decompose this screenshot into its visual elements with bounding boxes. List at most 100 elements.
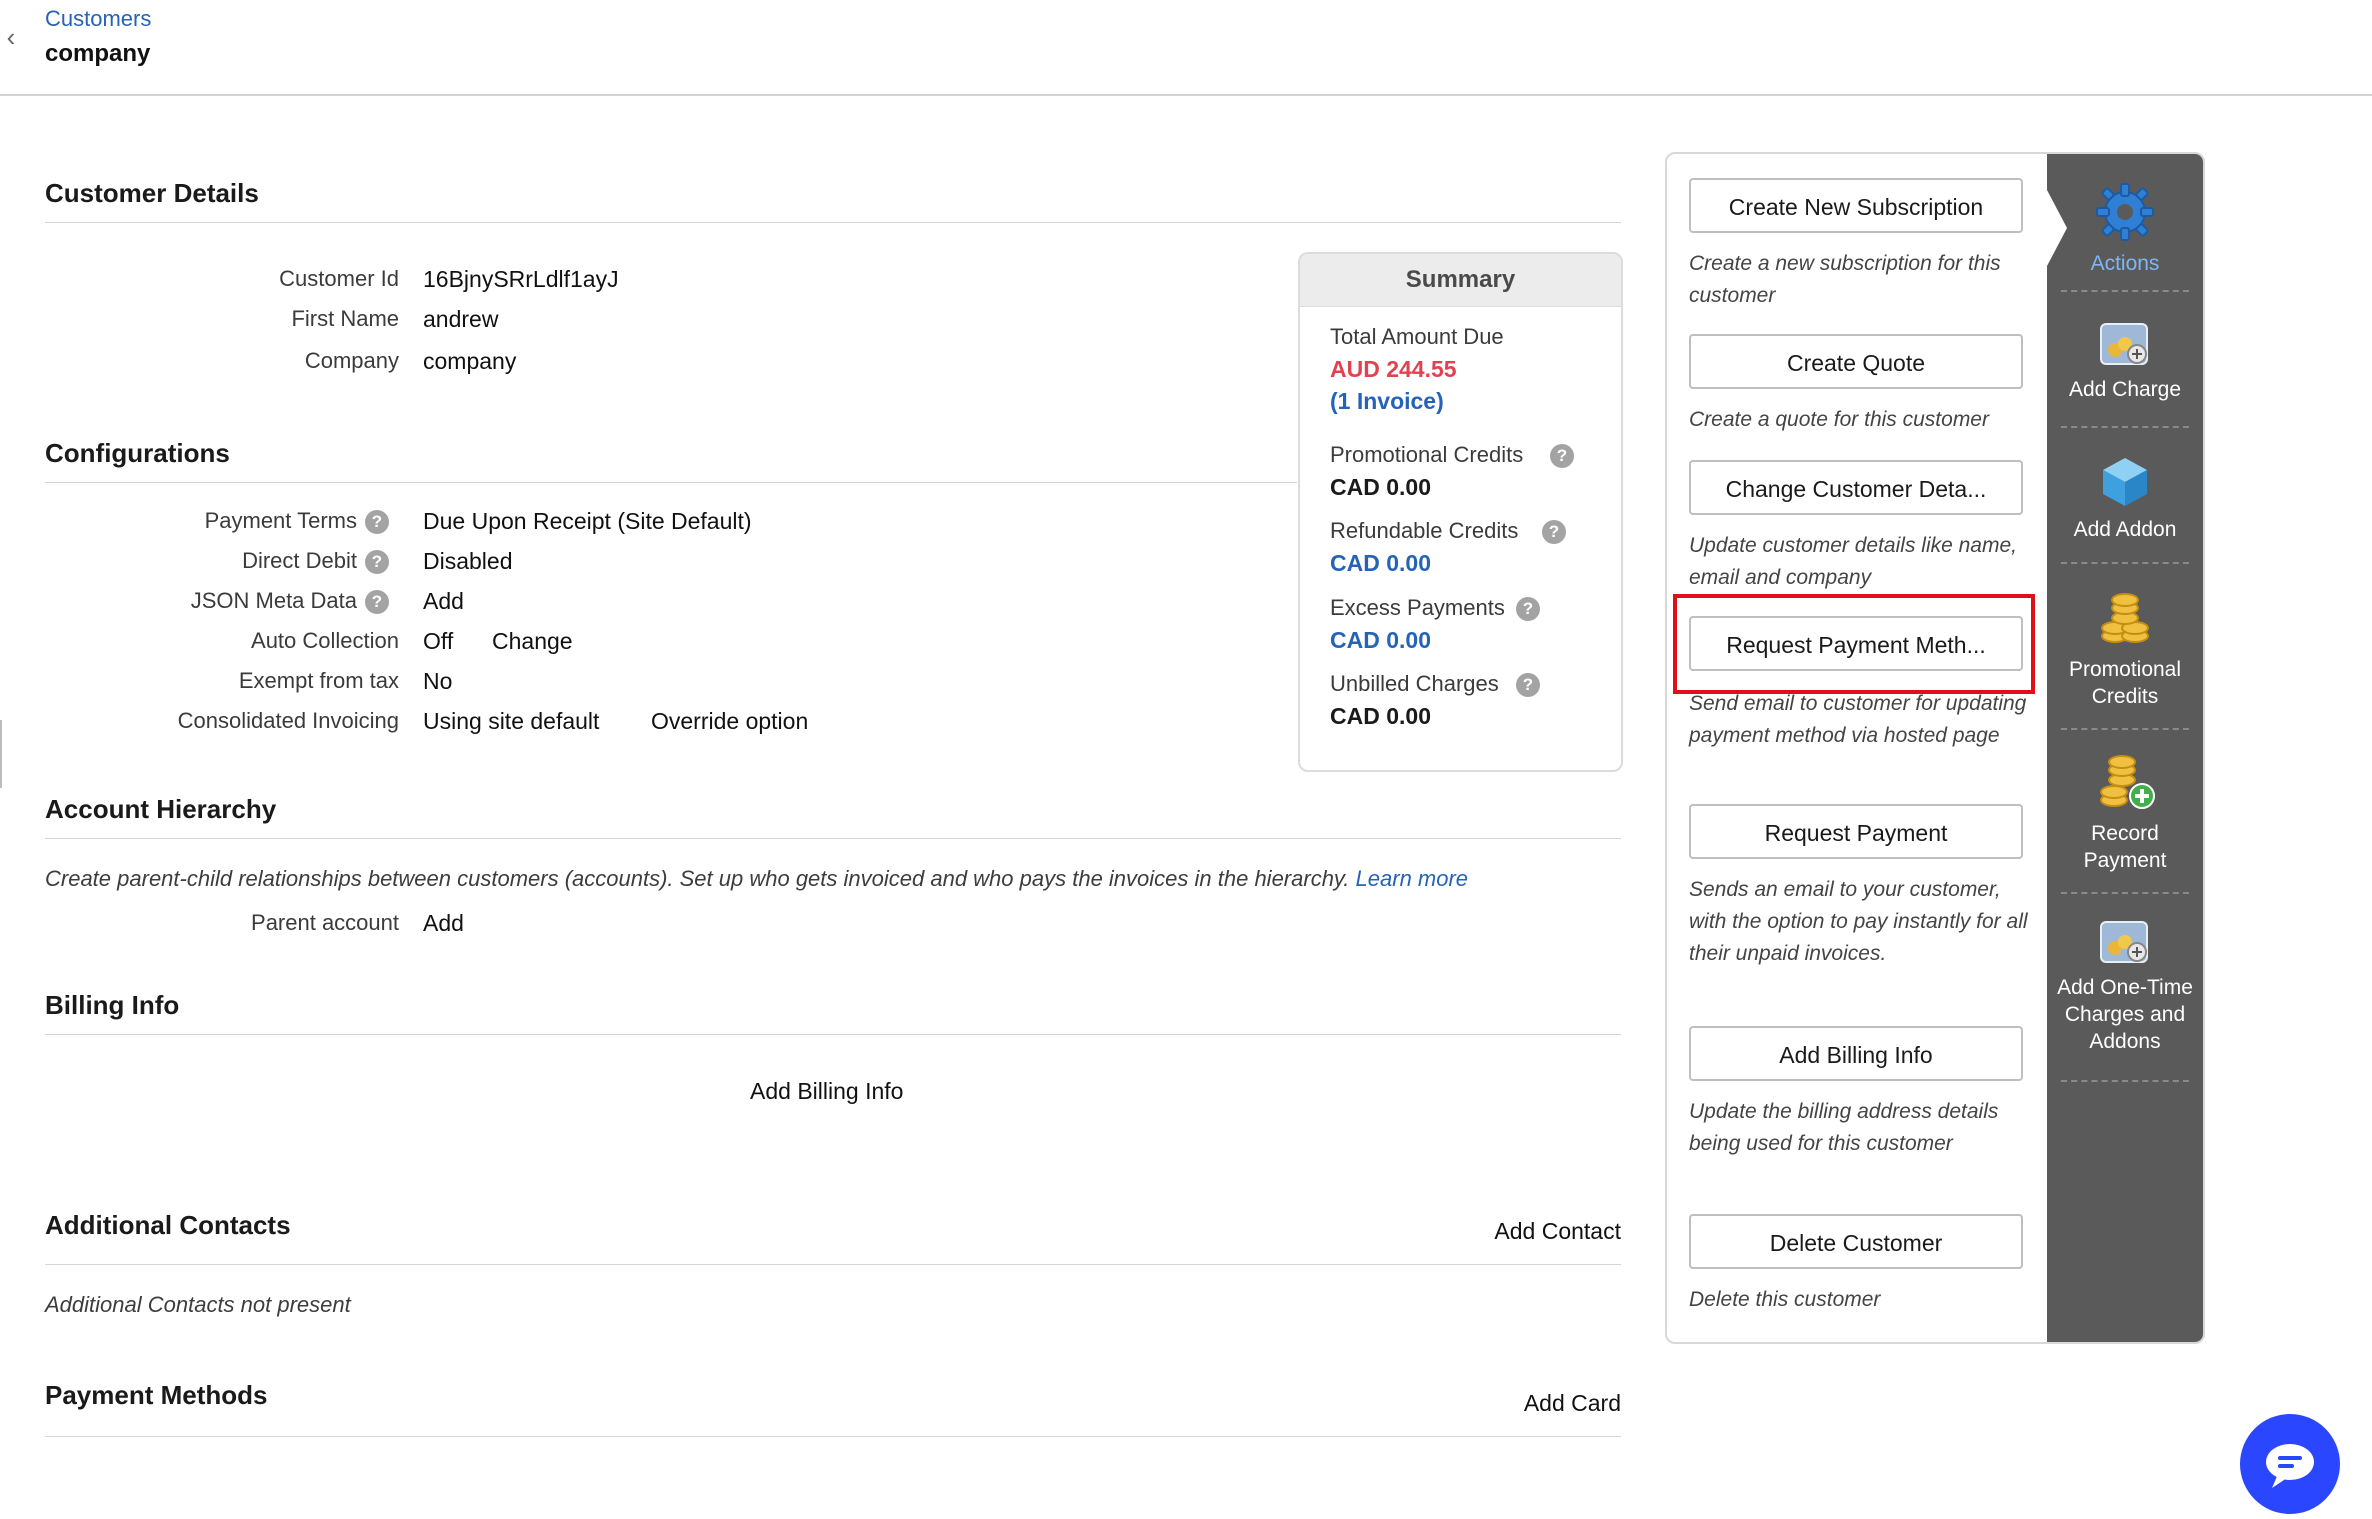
first-name-label: First Name (291, 306, 399, 331)
rail-promotional-credits[interactable]: Promotional Credits (2047, 590, 2203, 710)
customer-details-heading: Customer Details (45, 178, 259, 208)
excess-payments-label: Excess Payments (1330, 595, 1505, 620)
back-chevron-icon[interactable]: ‹ (0, 20, 22, 54)
parent-account-label: Parent account (251, 910, 399, 935)
rail-divider (2061, 892, 2189, 894)
request-payment-method-button[interactable]: Request Payment Meth... (1689, 616, 2023, 671)
excess-payments-value[interactable]: CAD 0.00 (1330, 627, 1431, 654)
direct-debit-help-icon[interactable]: ? (365, 550, 389, 574)
company-label: Company (304, 348, 399, 373)
page-header: ‹ Customers company (0, 0, 2372, 96)
consolidated-invoicing-value: Using site default (423, 708, 600, 734)
add-billing-info-desc: Update the billing address details being… (1689, 1100, 1999, 1155)
divider (45, 1436, 1621, 1437)
delete-customer-button[interactable]: Delete Customer (1689, 1214, 2023, 1269)
customer-id-value: 16BjnySRrLdlf1ayJ (423, 266, 619, 292)
exempt-tax-label: Exempt from tax (238, 668, 399, 693)
chat-bubble-icon (2266, 1444, 2314, 1488)
add-charge-icon (2100, 323, 2148, 365)
request-payment-button[interactable]: Request Payment (1689, 804, 2023, 859)
rail-actions-label: Actions (2090, 252, 2160, 275)
create-new-subscription-button[interactable]: Create New Subscription (1689, 178, 2023, 233)
unbilled-charges-help-icon[interactable]: ? (1516, 673, 1540, 697)
refundable-credits-help-icon[interactable]: ? (1542, 520, 1566, 544)
parent-account-add-link[interactable]: Add (423, 910, 464, 937)
payment-terms-label: Payment Terms (204, 508, 357, 533)
promotional-credits-value: CAD 0.00 (1330, 474, 1431, 500)
json-meta-help-icon[interactable]: ? (365, 590, 389, 614)
coins-plus-icon (2100, 755, 2155, 809)
delete-customer-desc: Delete this customer (1689, 1288, 1881, 1311)
override-option-link[interactable]: Override option (651, 708, 808, 735)
rail-add-addon[interactable]: Add Addon (2047, 454, 2203, 543)
change-customer-details-desc: Update customer details like name, email… (1689, 534, 2017, 589)
unbilled-charges-value: CAD 0.00 (1330, 703, 1431, 729)
breadcrumb-customers[interactable]: Customers (45, 6, 151, 32)
learn-more-link[interactable]: Learn more (1356, 866, 1469, 891)
billing-info-heading: Billing Info (45, 990, 180, 1020)
refundable-credits-value[interactable]: CAD 0.00 (1330, 550, 1431, 577)
account-hierarchy-description: Create parent-child relationships betwee… (45, 866, 1468, 892)
auto-collection-value: Off (423, 628, 454, 654)
total-amount-due-label: Total Amount Due (1330, 324, 1504, 349)
add-contact-link[interactable]: Add Contact (1494, 1218, 1621, 1245)
one-time-charge-icon (2100, 921, 2148, 963)
json-meta-add-link[interactable]: Add (423, 588, 464, 615)
excess-payments-help-icon[interactable]: ? (1516, 597, 1540, 621)
divider (45, 1034, 1621, 1035)
rail-actions-tab[interactable]: Actions (2047, 180, 2203, 277)
payment-terms-value: Due Upon Receipt (Site Default) (423, 508, 752, 534)
unbilled-charges-label: Unbilled Charges (1330, 671, 1499, 696)
rail-promotional-credits-label: Promotional Credits (2068, 658, 2182, 708)
add-card-link[interactable]: Add Card (1524, 1390, 1621, 1417)
divider (45, 482, 1297, 483)
divider (45, 1264, 1621, 1265)
refundable-credits-label: Refundable Credits (1330, 518, 1519, 543)
customer-id-label: Customer Id (279, 266, 399, 291)
additional-contacts-heading: Additional Contacts (45, 1210, 291, 1240)
rail-add-charge[interactable]: Add Charge (2047, 320, 2203, 403)
add-billing-info-button[interactable]: Add Billing Info (1689, 1026, 2023, 1081)
active-tab-pointer (2047, 190, 2067, 266)
payment-methods-heading: Payment Methods (45, 1380, 268, 1410)
rail-one-time-charges[interactable]: Add One-Time Charges and Addons (2047, 918, 2203, 1055)
page-title: company (45, 40, 151, 67)
create-new-subscription-desc: Create a new subscription for this custo… (1689, 252, 2001, 307)
rail-divider (2061, 290, 2189, 292)
request-payment-method-desc: Send email to customer for updating paym… (1689, 692, 2027, 747)
customer-main: Customer Details Customer Id 16BjnySRrLd… (45, 94, 1623, 1485)
chat-launcher-button[interactable] (2240, 1414, 2340, 1514)
summary-card: Summary Total Amount Due AUD 244.55 (1 I… (1298, 252, 1623, 772)
actions-panel: Create New Subscription Create a new sub… (1665, 152, 2205, 1344)
company-value: company (423, 348, 517, 374)
payment-terms-help-icon[interactable]: ? (365, 510, 389, 534)
invoice-count-link[interactable]: (1 Invoice) (1330, 388, 1444, 415)
auto-collection-label: Auto Collection (251, 628, 399, 653)
rail-record-payment[interactable]: Record Payment (2047, 754, 2203, 874)
rail-one-time-charges-label: Add One-Time Charges and Addons (2057, 976, 2193, 1053)
rail-add-addon-label: Add Addon (2073, 518, 2177, 541)
add-billing-info-link[interactable]: Add Billing Info (750, 1078, 903, 1105)
first-name-value: andrew (423, 306, 499, 332)
request-payment-desc: Sends an email to your customer, with th… (1689, 878, 2028, 965)
left-edge-marker (0, 720, 2, 788)
summary-title: Summary (1300, 254, 1621, 307)
promotional-credits-help-icon[interactable]: ? (1550, 444, 1574, 468)
configurations-heading: Configurations (45, 438, 230, 468)
rail-divider (2061, 562, 2189, 564)
hierarchy-description-text: Create parent-child relationships betwee… (45, 866, 1350, 891)
auto-collection-change-link[interactable]: Change (492, 628, 573, 655)
direct-debit-label: Direct Debit (242, 548, 357, 573)
create-quote-desc: Create a quote for this customer (1689, 408, 1989, 431)
coins-icon (2101, 593, 2149, 643)
total-amount-due-value: AUD 244.55 (1330, 356, 1457, 382)
rail-add-charge-label: Add Charge (2068, 378, 2182, 401)
change-customer-details-button[interactable]: Change Customer Deta... (1689, 460, 2023, 515)
rail-divider (2061, 426, 2189, 428)
rail-divider (2061, 1080, 2189, 1082)
create-quote-button[interactable]: Create Quote (1689, 334, 2023, 389)
gear-icon (2096, 183, 2154, 241)
actions-rail: Actions Add Charge Add Addon Promotional… (2047, 154, 2203, 1342)
no-contacts-message: Additional Contacts not present (45, 1292, 351, 1317)
json-meta-label: JSON Meta Data (190, 588, 357, 613)
